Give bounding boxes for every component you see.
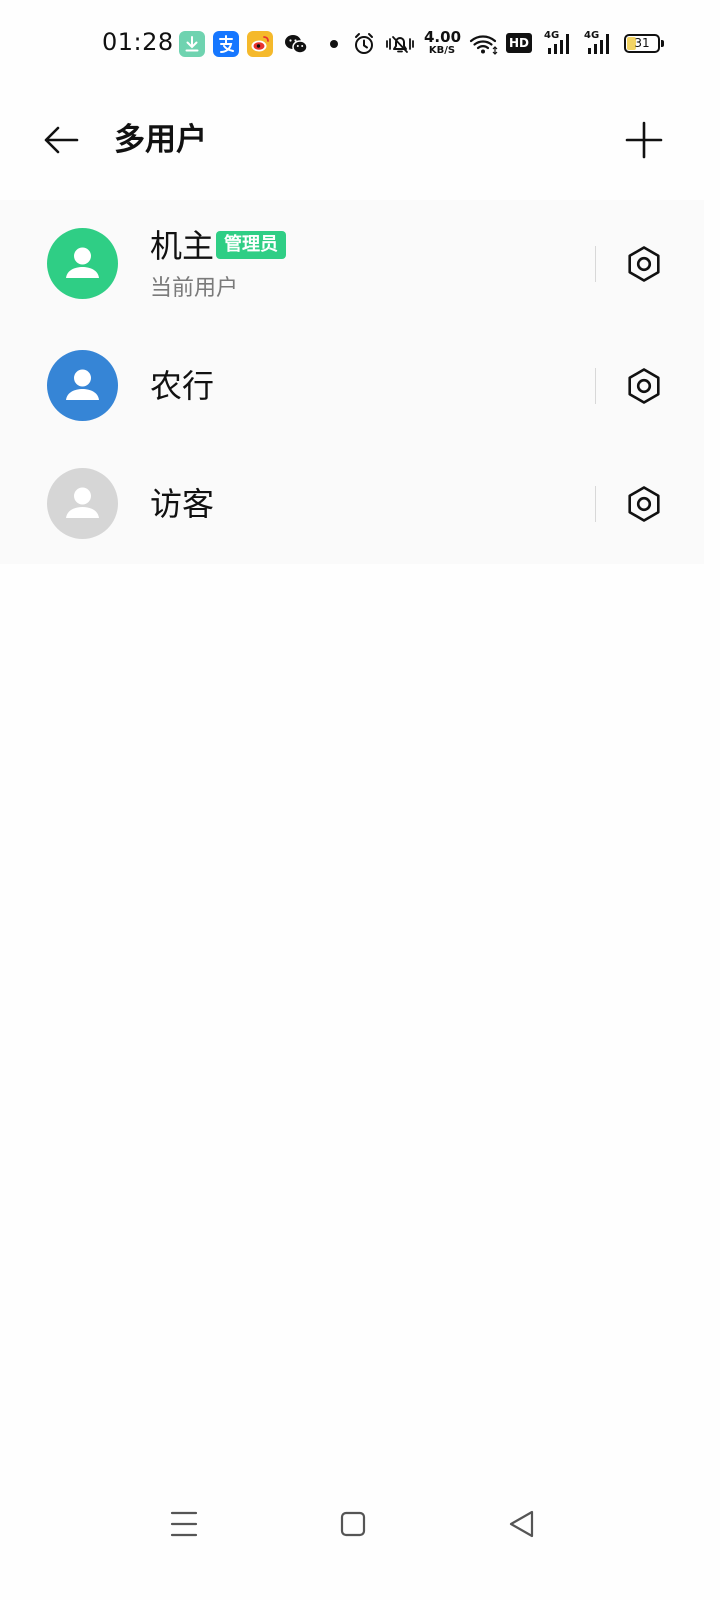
back-triangle-icon (509, 1510, 534, 1538)
user-row-abc[interactable]: 农行 (0, 328, 704, 446)
user-row-guest[interactable]: 访客 (0, 446, 704, 564)
user-name: 农行 (150, 367, 215, 405)
divider (595, 368, 596, 404)
multi-user-settings-screen: 01:28 4.00 KB/S HD 4G 4G 31 多用户 机主 管理员 当… (0, 0, 720, 1600)
user-settings-button[interactable] (624, 244, 664, 284)
wifi-icon (469, 30, 499, 58)
settings-hexagon-icon (628, 368, 660, 404)
status-time: 01:28 (102, 28, 174, 56)
battery-level: 31 (634, 36, 650, 50)
navigation-bar (0, 1480, 720, 1570)
arrow-left-icon (44, 126, 79, 154)
current-user-label: 当前用户 (150, 276, 239, 301)
plus-icon (625, 121, 663, 159)
battery-icon: 31 (624, 34, 664, 53)
wechat-icon (283, 30, 309, 58)
mute-icon (384, 30, 416, 58)
weibo-icon (247, 31, 273, 57)
alipay-icon (213, 31, 239, 57)
person-icon (66, 487, 99, 518)
alarm-icon (352, 30, 376, 58)
hd-voice-badge: HD (506, 33, 532, 53)
menu-icon (170, 1511, 198, 1537)
avatar (47, 228, 118, 299)
person-icon (66, 247, 99, 278)
network-speed-value: 4.00 (424, 28, 462, 46)
dot-icon (329, 30, 339, 58)
signal-icon (546, 30, 574, 58)
signal-icon (586, 30, 614, 58)
home-icon (340, 1511, 366, 1537)
page-title: 多用户 (114, 122, 207, 158)
settings-hexagon-icon (628, 486, 660, 522)
back-button[interactable] (38, 118, 86, 162)
divider (595, 486, 596, 522)
nav-back-button[interactable] (502, 1504, 542, 1544)
app-bar: 多用户 (0, 96, 720, 186)
person-icon (66, 369, 99, 400)
user-settings-button[interactable] (624, 366, 664, 406)
avatar (47, 350, 118, 421)
admin-badge: 管理员 (216, 231, 286, 259)
avatar (47, 468, 118, 539)
download-app-icon (179, 31, 205, 57)
home-button[interactable] (333, 1504, 373, 1544)
add-user-button[interactable] (620, 116, 668, 164)
recent-apps-button[interactable] (164, 1504, 204, 1544)
network-speed-unit: KB/S (428, 45, 456, 56)
network-speed: 4.00 KB/S (424, 28, 462, 56)
user-list: 机主 管理员 当前用户 农行 访客 (0, 200, 704, 564)
user-row-owner[interactable]: 机主 管理员 当前用户 (0, 200, 704, 328)
user-settings-button[interactable] (624, 484, 664, 524)
divider (595, 246, 596, 282)
status-bar: 01:28 4.00 KB/S HD 4G 4G 31 (0, 0, 720, 90)
user-name: 访客 (150, 485, 215, 523)
user-name: 机主 (150, 227, 215, 265)
settings-hexagon-icon (628, 246, 660, 282)
